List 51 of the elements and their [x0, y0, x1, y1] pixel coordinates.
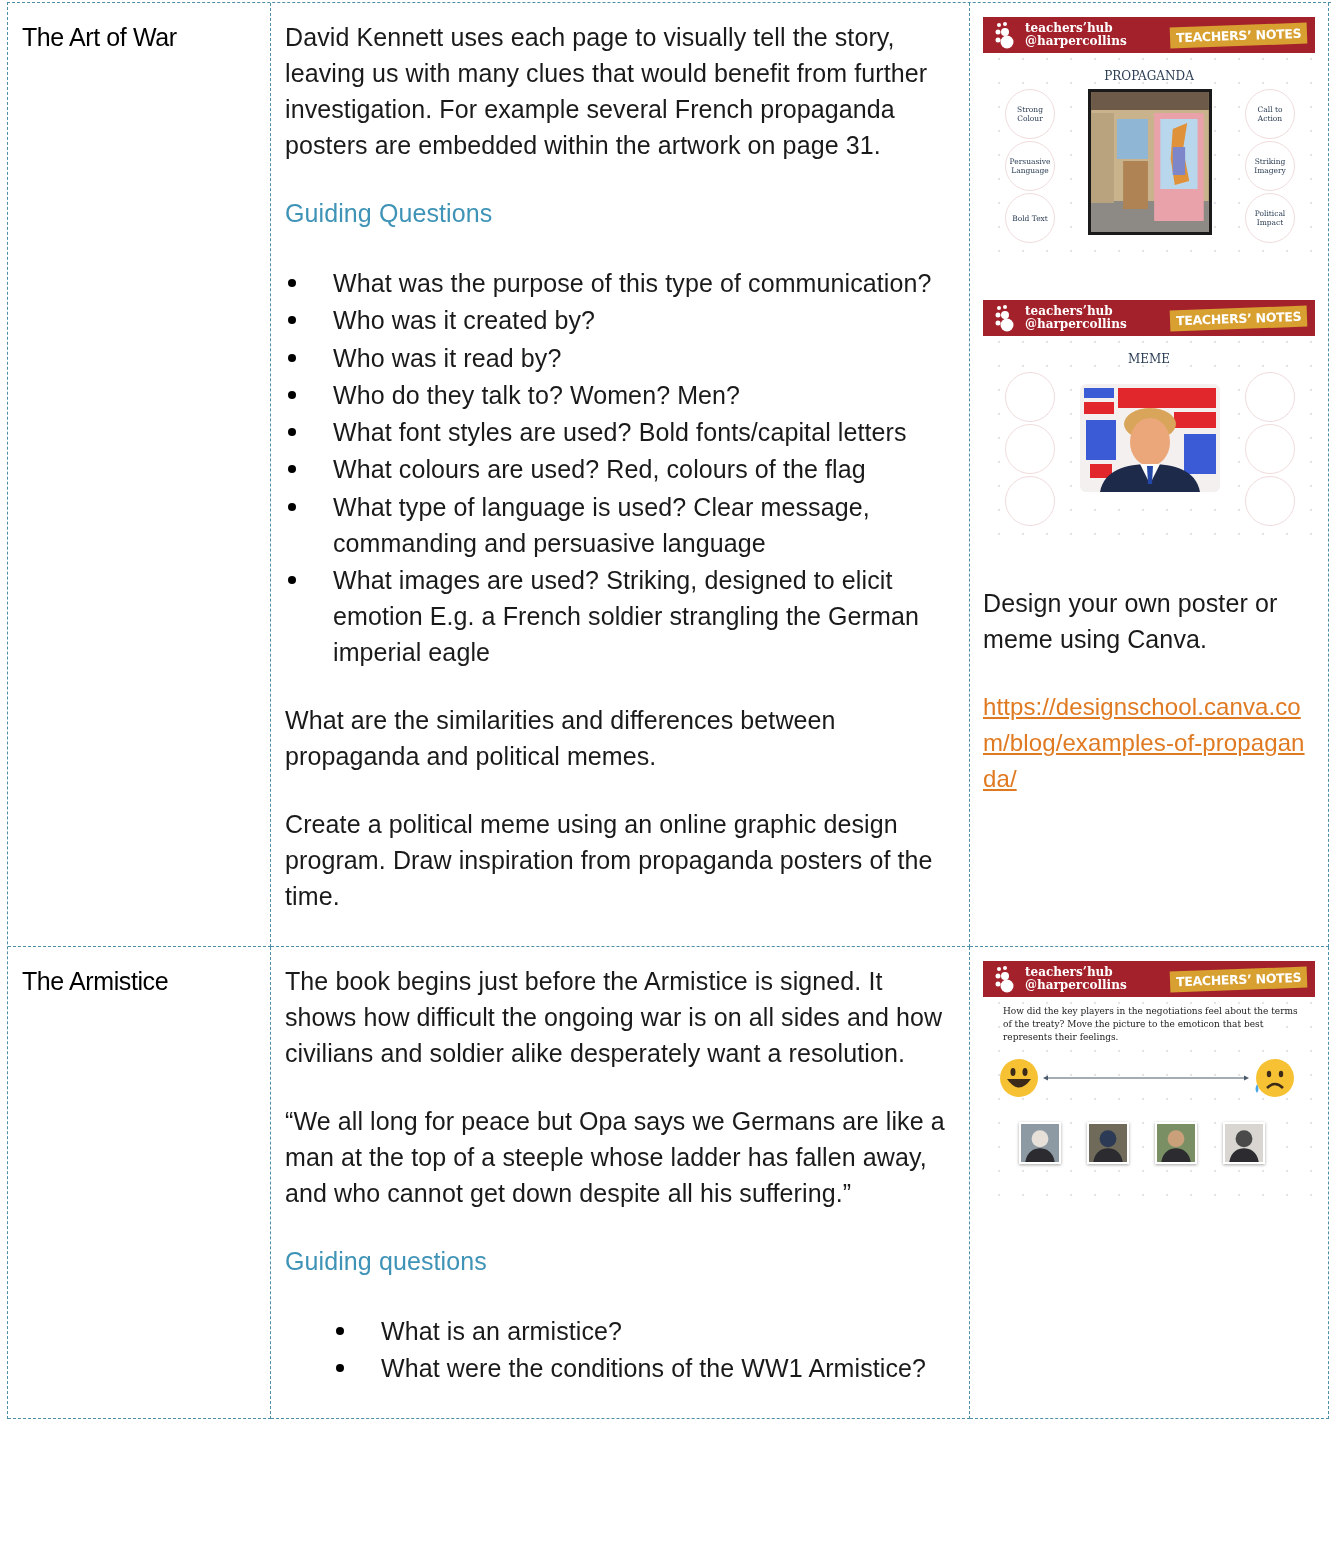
section-heading: Guiding questions — [285, 1246, 488, 1278]
question-text: What images are used? Striking, designed to elicit emotion E.g. a French soldier strangling the German imperial eagle — [333, 565, 920, 669]
canva-link[interactable]: https://designschool.canva.com/blog/examples-of-propaganda/ — [983, 689, 1316, 797]
paragraph: Design your own poster or meme using Canva. — [983, 588, 1279, 655]
slide-title: PROPAGANDA — [1103, 69, 1195, 83]
notes-tag: TEACHERS’ NOTES — [1169, 966, 1308, 992]
bullet-icon — [288, 390, 296, 399]
question-text: Who was it created by? — [333, 305, 597, 337]
paragraph: “We all long for peace but Opa says we Germans are like a man at the top of a steeple whose ladder has fallen away, and who cannot get down despite all his suffering.” — [285, 1106, 946, 1210]
slide-title: MEME — [1126, 352, 1172, 366]
empty-circle — [1005, 372, 1055, 422]
topic-title: The Art of War — [22, 22, 178, 53]
question-text: What is an armistice? — [381, 1316, 624, 1348]
topic-title: The Armistice — [22, 966, 170, 998]
slide-prompt: How did the key players in the negotiations feel about the terms of the treaty? Move the picture to the emoticon that best represents their feelings. — [1002, 1005, 1299, 1045]
paragraph: David Kennett uses each page to visually tell the story, leaving us with many clues that would benefit from further investigation. For example several French propaganda posters are embedded within the artwork on page 31. — [285, 22, 929, 161]
question-text: Who was it read by? — [333, 342, 563, 374]
notes-tag: TEACHERS’ NOTES — [1169, 22, 1308, 48]
bullet-icon — [336, 1364, 344, 1373]
empty-circle — [1005, 424, 1055, 474]
paragraph: Create a political meme using an online graphic design program. Draw inspiration from propaganda posters of the time. — [285, 809, 934, 913]
question-text: What were the conditions of the WW1 Armistice? — [381, 1353, 928, 1385]
brand-name: teachers’hub — [1025, 22, 1114, 35]
empty-circle — [1245, 424, 1295, 474]
bullet-icon — [288, 576, 296, 585]
section-heading: Guiding Questions — [285, 198, 494, 229]
bullet-icon — [288, 316, 296, 325]
brand-handle: @harpercollins — [1025, 35, 1127, 48]
empty-circle — [1245, 372, 1295, 422]
question-text: What colours are used? Red, colours of the flag — [333, 454, 867, 486]
paragraph: The book begins just before the Armistice is signed. It shows how difficult the ongoing war is on all sides and how civilians and soldier alike desperately want a resolution. — [285, 966, 944, 1070]
notes-tag: TEACHERS’ NOTES — [1169, 305, 1308, 331]
bullet-icon — [288, 502, 296, 511]
question-text: What type of language is used? Clear message, commanding and persuasive language — [333, 491, 871, 559]
bullet-icon — [288, 465, 296, 474]
bullet-icon — [288, 353, 296, 362]
bullet-icon — [288, 279, 296, 287]
sad-face-icon — [1253, 1058, 1295, 1099]
smiling-face-icon — [999, 1058, 1039, 1099]
brand-name: teachers’hub — [1025, 305, 1114, 318]
brand-handle: @harpercollins — [1025, 979, 1127, 993]
bullet-icon — [288, 428, 296, 437]
bullet-icon — [336, 1327, 344, 1336]
paragraph: What are the similarities and differences between propaganda and political memes. — [285, 705, 837, 773]
brand-name: teachers’hub — [1025, 966, 1113, 980]
question-text: What was the purpose of this type of communication? — [333, 268, 933, 299]
empty-circle — [1245, 476, 1295, 526]
question-text: What font styles are used? Bold fonts/capital letters — [333, 417, 908, 449]
empty-circle — [1005, 476, 1055, 526]
question-text: Who do they talk to? Women? Men? — [333, 379, 742, 411]
brand-handle: @harpercollins — [1025, 318, 1127, 331]
